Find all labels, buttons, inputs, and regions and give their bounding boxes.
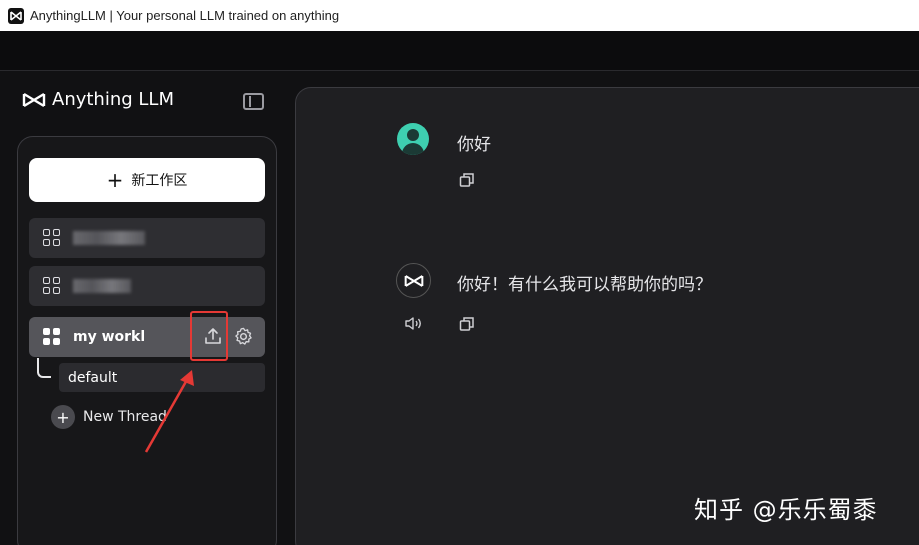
- annotation-arrow: [144, 370, 194, 453]
- anything-llm-logo-icon: [22, 92, 46, 107]
- copy-icon[interactable]: [459, 316, 475, 332]
- thread-label: default: [68, 369, 118, 386]
- grid-icon: [43, 277, 61, 295]
- plus-icon: +: [106, 168, 124, 192]
- brand-name: Anything LLM: [52, 89, 174, 110]
- watermark: 知乎 @乐乐蜀黍: [694, 496, 878, 524]
- grid-icon: [43, 328, 61, 346]
- sidebar-toggle-icon[interactable]: [243, 93, 264, 110]
- chat-panel: [295, 87, 919, 545]
- assistant-avatar: [396, 263, 431, 298]
- upload-icon[interactable]: [203, 326, 223, 346]
- workspace-item-my-workl[interactable]: my workl: [29, 317, 265, 357]
- redacted-workspace-name: [73, 231, 145, 245]
- thread-connector: [37, 358, 51, 378]
- workspace-name: my workl: [73, 329, 146, 345]
- new-workspace-button[interactable]: + 新工作区: [29, 158, 265, 202]
- redacted-workspace-name: [73, 279, 131, 293]
- app-logo-icon: [8, 7, 24, 24]
- new-workspace-label: 新工作区: [131, 173, 188, 189]
- workspace-item-1[interactable]: [29, 218, 265, 258]
- top-strip: [0, 31, 919, 71]
- user-message: 你好: [457, 135, 491, 155]
- brand: Anything LLM: [22, 89, 174, 110]
- anything-llm-logo-icon: [404, 274, 423, 287]
- workspace-item-2[interactable]: [29, 266, 265, 306]
- window-title: AnythingLLM | Your personal LLM trained …: [30, 8, 340, 23]
- copy-icon[interactable]: [459, 172, 475, 188]
- speaker-icon[interactable]: [404, 316, 423, 331]
- grid-icon: [43, 229, 61, 247]
- assistant-message: 你好！有什么我可以帮助你的吗？: [457, 275, 712, 295]
- window-titlebar: AnythingLLM | Your personal LLM trained …: [0, 0, 919, 31]
- plus-icon: +: [51, 405, 75, 429]
- gear-icon[interactable]: [233, 326, 253, 346]
- user-avatar: [397, 123, 429, 155]
